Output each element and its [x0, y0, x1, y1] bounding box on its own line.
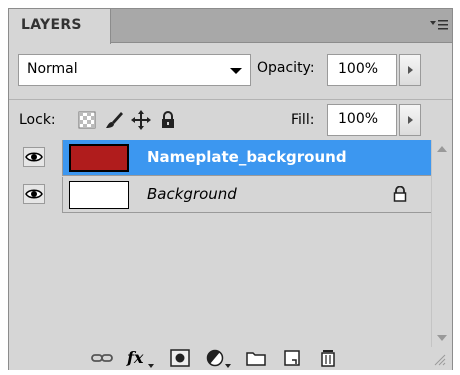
layer-thumbnail: [69, 144, 129, 172]
lock-position-icon[interactable]: [131, 110, 151, 130]
layers-list: Nameplate_background Background: [15, 140, 452, 347]
opacity-arrow-button[interactable]: [399, 54, 421, 86]
visibility-cell[interactable]: [15, 140, 63, 176]
add-mask-icon[interactable]: [169, 349, 191, 369]
link-layers-icon[interactable]: [91, 349, 113, 369]
blend-mode-value: Normal: [27, 61, 78, 77]
panel-tab-bar: LAYERS: [9, 9, 452, 44]
layers-scrollbar[interactable]: [431, 140, 452, 347]
eye-icon[interactable]: [23, 184, 45, 204]
panel-bottom-bar: fx: [9, 347, 452, 370]
layer-name[interactable]: Background: [147, 185, 237, 203]
layer-row[interactable]: Background: [15, 177, 431, 213]
lock-row: Lock: Fill: 100%: [9, 99, 452, 141]
opacity-label: Opacity:: [257, 60, 315, 76]
panel-menu-icon[interactable]: [430, 17, 448, 33]
layer-thumbnail: [69, 181, 129, 209]
fill-input[interactable]: 100%: [327, 104, 397, 136]
eye-icon[interactable]: [23, 147, 45, 167]
lock-label: Lock:: [19, 112, 56, 128]
layer-name[interactable]: Nameplate_background: [147, 148, 347, 166]
visibility-cell[interactable]: [15, 177, 63, 213]
lock-image-pixels-icon[interactable]: [104, 110, 124, 130]
layer-lock-icon: [393, 185, 407, 206]
fill-arrow-button[interactable]: [399, 104, 421, 136]
tab-layers[interactable]: LAYERS: [9, 9, 111, 44]
resize-grip-icon[interactable]: [429, 349, 449, 369]
adjustment-layer-icon[interactable]: [205, 349, 233, 369]
fill-label: Fill:: [291, 112, 315, 128]
blend-mode-select[interactable]: Normal: [18, 54, 251, 86]
layers-panel: LAYERS Normal Opacity: 100% Lock: Fill: …: [8, 8, 453, 370]
chevron-down-icon: [230, 68, 242, 74]
trash-icon[interactable]: [317, 349, 339, 369]
new-layer-icon[interactable]: [281, 349, 303, 369]
scroll-down-icon[interactable]: [437, 335, 447, 341]
lock-all-icon[interactable]: [158, 110, 178, 130]
layer-row[interactable]: Nameplate_background: [15, 140, 431, 176]
fx-icon[interactable]: fx: [127, 348, 157, 369]
new-group-icon[interactable]: [245, 349, 267, 369]
lock-transparent-pixels-icon[interactable]: [77, 110, 97, 130]
opacity-input[interactable]: 100%: [327, 54, 397, 86]
blend-row: Normal Opacity: 100%: [9, 44, 452, 92]
scroll-up-icon[interactable]: [437, 146, 447, 152]
